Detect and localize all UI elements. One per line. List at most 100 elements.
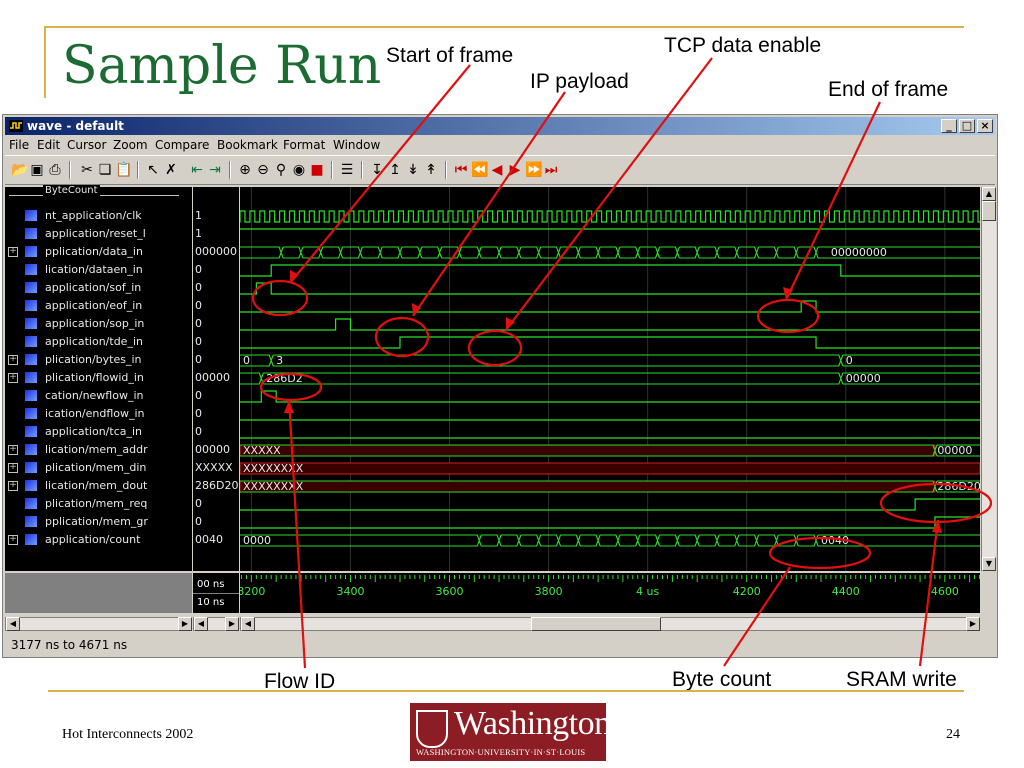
expand-icon[interactable]: + <box>8 247 18 257</box>
signal-row[interactable]: application/eof_in <box>5 297 192 315</box>
wave-label: 0 <box>846 354 853 367</box>
scroll-right-icon[interactable]: ▶ <box>225 617 239 631</box>
signal-icon <box>25 462 37 473</box>
close-button[interactable]: × <box>977 119 993 133</box>
wave-label: 0000 <box>243 534 271 547</box>
logo-subtitle: WASHINGTON·UNIVERSITY·IN·ST·LOUIS <box>416 747 586 757</box>
prev-edge-icon[interactable]: ↧ <box>369 162 385 178</box>
signal-row[interactable]: + application/count <box>5 531 192 549</box>
maximize-button[interactable]: □ <box>959 119 975 133</box>
menu-cursor[interactable]: Cursor <box>67 138 106 152</box>
cut-icon[interactable]: ✂ <box>79 162 95 178</box>
zoom-area-icon[interactable]: ◉ <box>291 162 307 178</box>
signal-row[interactable]: application/sop_in <box>5 315 192 333</box>
expand-icon[interactable]: + <box>8 373 18 383</box>
signal-row[interactable]: application/tde_in <box>5 333 192 351</box>
expand-icon[interactable]: + <box>8 463 18 473</box>
delete-cursor-2-icon[interactable]: ⇥ <box>207 162 223 178</box>
menu-file[interactable]: File <box>9 138 29 152</box>
signal-name: plication/mem_din <box>45 461 147 474</box>
wave-label: 00000000 <box>831 246 887 259</box>
signal-row[interactable]: + pplication/data_in <box>5 243 192 261</box>
signal-row[interactable]: plication/mem_req <box>5 495 192 513</box>
next-edge-icon[interactable]: ↥ <box>387 162 403 178</box>
scroll-left-icon[interactable]: ◀ <box>194 617 208 631</box>
minimize-button[interactable]: _ <box>941 119 957 133</box>
signal-row[interactable]: + plication/mem_din <box>5 459 192 477</box>
scroll-down-icon[interactable]: ▼ <box>982 557 996 571</box>
menu-format[interactable]: Format <box>283 138 325 152</box>
insert-cursor-icon[interactable]: ⇤ <box>189 162 205 178</box>
menu-edit[interactable]: Edit <box>37 138 60 152</box>
scroll-left-icon[interactable]: ◀ <box>6 617 20 631</box>
signal-name-pane[interactable]: ByteCount nt_application/clk application/… <box>5 185 192 571</box>
goto-left-icon[interactable]: ◀ <box>489 162 505 178</box>
delete-cursor-icon[interactable]: ✗ <box>163 162 179 178</box>
menu-bookmark[interactable]: Bookmark <box>217 138 278 152</box>
goto-end-icon[interactable]: ⏭ <box>543 162 559 178</box>
signal-value: 0 <box>195 389 202 402</box>
scroll-right-icon[interactable]: ▶ <box>178 617 192 631</box>
value-hscroll[interactable]: ◀ ▶ <box>193 617 239 631</box>
waveform-pane[interactable]: 00000000 0 3 0 286D2 00000 XXXXX XXXXXXXX XXXXXX… <box>240 187 980 571</box>
signal-row[interactable]: lication/dataen_in <box>5 261 192 279</box>
print-icon[interactable]: ⎙ <box>47 162 63 178</box>
wave-label: XXXXXXXX <box>243 480 304 493</box>
expand-icon[interactable]: + <box>8 355 18 365</box>
signal-row[interactable]: application/reset_l <box>5 225 192 243</box>
signal-row[interactable]: cation/newflow_in <box>5 387 192 405</box>
scroll-left-icon[interactable]: ◀ <box>241 617 255 631</box>
wave-hscroll[interactable]: ◀ ▶ <box>240 617 980 631</box>
signal-value: 0 <box>195 281 202 294</box>
scroll-up-icon[interactable]: ▲ <box>982 187 996 201</box>
time-axis[interactable]: 3200 3400 3600 3800 4 us 4200 4400 4600 <box>240 573 980 613</box>
signal-row[interactable]: application/tca_in <box>5 423 192 441</box>
find-icon[interactable]: ☰ <box>339 162 355 178</box>
signal-row[interactable]: application/sof_in <box>5 279 192 297</box>
paste-icon[interactable]: 📋 <box>115 162 132 178</box>
signal-icon <box>25 516 37 527</box>
goto-next-icon[interactable]: ⏩ <box>525 162 542 178</box>
expand-icon[interactable]: + <box>8 535 18 545</box>
signal-row[interactable]: + lication/mem_addr <box>5 441 192 459</box>
signal-name: plication/mem_req <box>45 497 148 510</box>
signal-row[interactable]: nt_application/clk <box>5 207 192 225</box>
menu-window[interactable]: Window <box>333 138 380 152</box>
wave-label: 286D2 <box>266 372 302 385</box>
prev-transition-icon[interactable]: ↡ <box>405 162 421 178</box>
zoom-out-icon[interactable]: ⊖ <box>255 162 271 178</box>
vertical-scrollbar[interactable]: ▲ ▼ <box>981 187 996 571</box>
wave-newflow <box>240 390 980 403</box>
next-transition-icon[interactable]: ↟ <box>423 162 439 178</box>
zoom-full-icon[interactable]: ⚲ <box>273 162 289 178</box>
wave-label: 286D20040 <box>937 480 980 493</box>
wave-eof <box>240 300 980 313</box>
signal-value: 0040 <box>195 533 223 546</box>
expand-icon[interactable]: + <box>8 481 18 491</box>
signal-name: lication/dataen_in <box>45 263 143 276</box>
signal-row[interactable]: + lication/mem_dout <box>5 477 192 495</box>
zoom-in-icon[interactable]: ⊕ <box>237 162 253 178</box>
signal-row[interactable]: + plication/bytes_in <box>5 351 192 369</box>
goto-right-icon[interactable]: ▶ <box>507 162 523 178</box>
copy-icon[interactable]: ❏ <box>97 162 113 178</box>
select-pointer-icon[interactable]: ↖ <box>145 162 161 178</box>
signal-row[interactable]: ication/endflow_in <box>5 405 192 423</box>
stop-icon[interactable]: ■ <box>309 162 325 178</box>
menu-zoom[interactable]: Zoom <box>113 138 148 152</box>
scroll-right-icon[interactable]: ▶ <box>966 617 980 631</box>
goto-start-icon[interactable]: ⏮ <box>453 162 469 178</box>
save-icon[interactable]: ▣ <box>29 162 45 178</box>
expand-icon[interactable]: + <box>8 445 18 455</box>
signal-row[interactable]: + plication/flowid_in <box>5 369 192 387</box>
menu-compare[interactable]: Compare <box>155 138 209 152</box>
name-hscroll[interactable]: ◀ ▶ <box>5 617 192 631</box>
vscroll-thumb[interactable] <box>982 201 996 221</box>
signal-row[interactable]: pplication/mem_gr <box>5 513 192 531</box>
hscroll-thumb[interactable] <box>531 617 661 631</box>
open-folder-icon[interactable]: 📂 <box>11 162 28 178</box>
goto-prev-icon[interactable]: ⏪ <box>471 162 488 178</box>
signal-name: cation/newflow_in <box>45 389 144 402</box>
signal-value: XXXXX <box>195 461 233 474</box>
window-titlebar[interactable]: wave - default _ □ × <box>5 117 995 135</box>
